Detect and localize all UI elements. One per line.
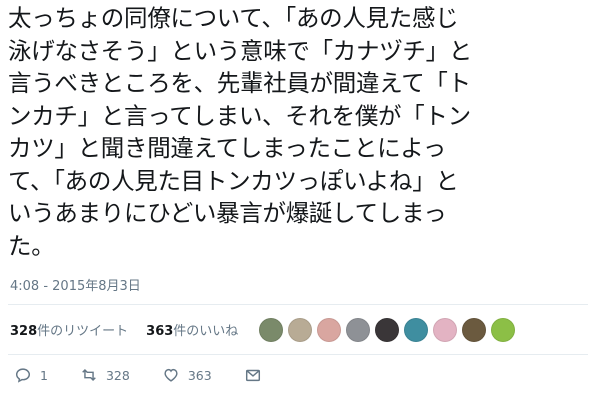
like-action-count: 363 [187,367,212,383]
like-stat-count: 363 [146,324,174,339]
tweet-stats: 328件のリツイート 363件のいいね [10,320,238,339]
message-icon [245,369,260,382]
like-button[interactable]: 363 [162,366,212,384]
reply-button[interactable]: 1 [14,366,48,384]
tweet-timestamp[interactable]: 4:08 - 2015年8月3日 [10,275,141,294]
retweet-action-count: 328 [105,367,130,383]
retweet-stat-count: 328 [10,324,38,339]
tweet-actions: 1 328 363 [14,366,294,384]
retweet-stat-label: 件のリツイート [37,324,129,339]
avatar[interactable] [404,318,428,342]
avatar[interactable] [288,318,312,342]
tweet-text: 太っちょの同僚について、「あの人見た感じ 泳げなさそう」という意味で「カナヅチ」… [8,4,472,260]
avatar[interactable] [375,318,399,342]
avatar[interactable] [346,318,370,342]
avatar[interactable] [433,318,457,342]
liker-avatars [259,318,515,342]
like-stat[interactable]: 363件のいいね [146,320,238,339]
retweet-button[interactable]: 328 [80,366,130,384]
like-stat-label: 件のいいね [173,324,239,339]
heart-icon [164,368,178,382]
divider-bottom [8,354,588,355]
retweet-stat[interactable]: 328件のリツイート [10,320,128,339]
retweet-icon [82,369,96,381]
reply-icon [15,368,31,383]
divider-top [8,304,588,305]
reply-count: 1 [40,367,48,383]
avatar[interactable] [462,318,486,342]
avatar[interactable] [317,318,341,342]
message-button[interactable] [244,366,262,384]
avatar[interactable] [491,318,515,342]
avatar[interactable] [259,318,283,342]
